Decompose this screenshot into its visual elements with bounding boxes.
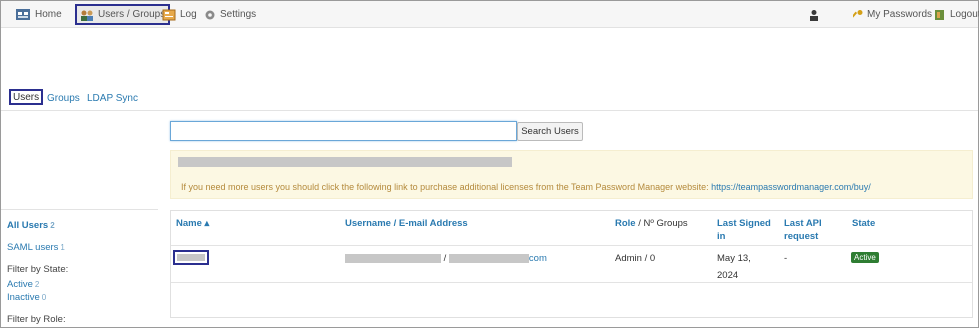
all-users-label: All Users: [7, 220, 49, 231]
gear-icon: [205, 10, 215, 19]
col-header-last-signed-line2: in: [717, 231, 726, 242]
user-icon: [810, 9, 818, 21]
redacted-email: [448, 253, 529, 263]
active-label: Active: [7, 279, 33, 290]
username-separator: /: [443, 253, 447, 264]
nav-users-groups-label: Users / Groups: [98, 9, 166, 20]
nav-logout-label: Logout: [950, 9, 979, 20]
top-navbar: Home Users / Groups Log Settings My Pass…: [1, 1, 979, 28]
redacted-name: [177, 254, 205, 261]
saml-users-count: 1: [60, 243, 65, 252]
nav-home[interactable]: Home: [15, 5, 62, 24]
user-name-link[interactable]: [173, 250, 209, 265]
tabs-divider: [1, 110, 978, 111]
sidebar-divider: [1, 209, 158, 210]
nav-log[interactable]: Log: [162, 5, 197, 24]
inactive-label: Inactive: [7, 292, 40, 303]
nav-logout[interactable]: Logout: [934, 5, 979, 24]
user-menu[interactable]: [809, 5, 823, 24]
buy-license-link[interactable]: https://teampasswordmanager.com/buy/: [711, 182, 871, 192]
inactive-count: 0: [41, 293, 47, 302]
nav-my-passwords[interactable]: My Passwords: [853, 5, 932, 24]
redacted-alert-heading: [178, 157, 512, 167]
tab-groups[interactable]: Groups: [47, 91, 80, 105]
nav-my-passwords-label: My Passwords: [867, 9, 933, 20]
log-icon: [162, 9, 176, 20]
col-header-last-api-line2: request: [784, 231, 819, 242]
tab-ldap-sync[interactable]: LDAP Sync: [87, 91, 138, 105]
row-divider: [171, 282, 972, 283]
nav-users-groups[interactable]: Users / Groups: [75, 4, 171, 25]
col-header-username[interactable]: Username / E-mail Address: [345, 217, 468, 230]
col-header-role-label: Role: [615, 218, 636, 229]
users-icon: [81, 10, 93, 21]
user-last-signed-cell: May 13, 2024: [717, 252, 751, 282]
license-alert-text: If you need more users you should click …: [181, 182, 871, 192]
col-header-state[interactable]: State: [852, 217, 875, 230]
sidebar-item-inactive[interactable]: Inactive 0: [7, 292, 46, 303]
search-input[interactable]: [170, 121, 517, 141]
license-alert: If you need more users you should click …: [170, 150, 973, 199]
users-table: Name ▴ Username / E-mail Address Role / …: [170, 210, 973, 318]
sidebar-item-all-users[interactable]: All Users 2: [7, 220, 55, 231]
col-header-last-api-line1: Last API: [784, 218, 822, 229]
user-email-cell[interactable]: / com: [345, 252, 547, 265]
redacted-username: [345, 253, 441, 263]
nav-settings[interactable]: Settings: [204, 5, 256, 24]
last-signed-line1: May 13,: [717, 253, 751, 264]
last-signed-line2: 2024: [717, 270, 739, 281]
sidebar-item-saml-users[interactable]: SAML users 1: [7, 242, 65, 253]
user-role-cell: Admin / 0: [615, 253, 656, 264]
nav-log-label: Log: [180, 9, 197, 20]
filter-state-label: Filter by State:: [7, 264, 69, 275]
all-users-count: 2: [50, 221, 55, 230]
saml-users-label: SAML users: [7, 242, 59, 253]
user-last-api-cell: -: [784, 253, 788, 264]
active-count: 2: [34, 280, 40, 289]
key-icon: [853, 9, 863, 18]
search-users-button[interactable]: Search Users: [517, 122, 583, 141]
email-suffix: com: [528, 253, 547, 264]
nav-settings-label: Settings: [220, 9, 257, 20]
filter-role-label: Filter by Role:: [7, 314, 66, 325]
col-header-last-signed-line1: Last Signed: [717, 218, 771, 229]
header-divider: [171, 245, 972, 246]
col-header-last-api[interactable]: Last API request: [784, 217, 822, 243]
status-badge: Active: [851, 252, 879, 263]
col-header-groups-label: / Nº Groups: [635, 218, 688, 229]
nav-home-label: Home: [35, 9, 62, 20]
logout-icon: [935, 9, 944, 20]
home-icon: [16, 9, 30, 20]
license-alert-message: If you need more users you should click …: [181, 182, 709, 192]
col-header-name[interactable]: Name ▴: [176, 217, 209, 230]
col-header-last-signed[interactable]: Last Signed in: [717, 217, 771, 243]
sidebar-item-active[interactable]: Active 2: [7, 279, 39, 290]
col-header-role[interactable]: Role / Nº Groups: [615, 217, 688, 230]
tab-users[interactable]: Users: [9, 89, 44, 105]
